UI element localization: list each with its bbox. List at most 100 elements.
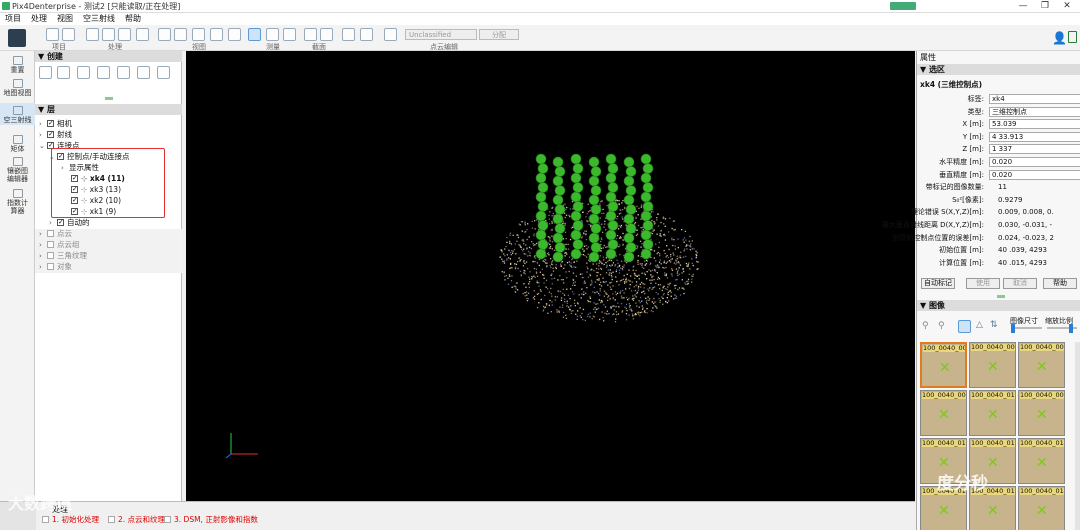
checkbox[interactable] — [47, 118, 54, 128]
layer-pointcloud-group[interactable]: › 点云组 — [39, 240, 80, 250]
image-size-handle[interactable] — [1011, 324, 1015, 333]
selection-header[interactable]: ▼ 选区 — [917, 64, 1080, 75]
image-thumbnail[interactable]: 100_0040_00 ✕ — [969, 342, 1016, 388]
checkbox[interactable] — [164, 516, 171, 523]
measure-line-icon[interactable] — [283, 28, 296, 41]
splitter-handle[interactable] — [105, 97, 113, 100]
checkbox[interactable] — [47, 129, 54, 139]
section-icon[interactable] — [304, 28, 317, 41]
checkbox[interactable] — [47, 252, 54, 259]
menu-help[interactable]: 帮助 — [120, 13, 146, 25]
zoom-handle[interactable] — [1069, 324, 1073, 333]
help-button[interactable]: 帮助 — [1043, 278, 1077, 289]
expand-icon[interactable]: › — [39, 229, 47, 239]
process-export-icon[interactable] — [136, 28, 149, 41]
image-thumbnail[interactable]: 100_0040_00 ✕ — [920, 390, 967, 436]
layer-rays[interactable]: › 射线 — [39, 129, 72, 140]
create-icon-4[interactable] — [97, 66, 110, 79]
image-thumbnail[interactable]: 100_0040_01 ✕ — [1018, 438, 1065, 484]
assign-button[interactable]: 分配 — [479, 29, 519, 40]
checkbox[interactable] — [47, 230, 54, 237]
expand-icon[interactable]: › — [39, 240, 47, 250]
maximize-button[interactable]: ❐ — [1034, 0, 1056, 13]
layer-objects[interactable]: › 对象 — [39, 262, 72, 272]
view-rays[interactable]: 空三射线 — [0, 103, 35, 125]
property-field[interactable]: 0.020 — [989, 157, 1080, 167]
process-start-icon[interactable] — [86, 28, 99, 41]
expand-icon[interactable]: › — [39, 119, 47, 129]
sort-desc-icon[interactable]: ⇅ — [990, 320, 998, 330]
collapse-icon[interactable]: ⌄ — [39, 141, 47, 151]
open-project-icon[interactable] — [62, 28, 75, 41]
zoom-out-icon[interactable] — [174, 28, 187, 41]
use-button[interactable]: 使用 — [966, 278, 1000, 289]
menu-view[interactable]: 视图 — [52, 13, 78, 25]
create-icon-1[interactable] — [39, 66, 52, 79]
measure-point-icon[interactable] — [266, 28, 279, 41]
fly-icon[interactable] — [228, 28, 241, 41]
close-button[interactable]: ✕ — [1056, 0, 1078, 13]
image-thumbnail[interactable]: 100_0040_00 ✕ — [920, 342, 967, 388]
step-2[interactable]: 2. 点云和纹理 — [108, 515, 165, 525]
layer-triangle-texture[interactable]: › 三角纹理 — [39, 251, 87, 261]
property-field[interactable]: xk4 — [989, 94, 1080, 104]
image-thumbnail[interactable]: 100_0040_01 ✕ — [1018, 486, 1065, 530]
image-thumbnail[interactable]: 100_0040_01 ✕ — [969, 390, 1016, 436]
color-swatch-icon[interactable] — [384, 28, 397, 41]
create-icon-2[interactable] — [57, 66, 70, 79]
checkbox[interactable] — [47, 263, 54, 270]
expand-icon[interactable]: › — [39, 130, 47, 140]
menu-process[interactable]: 处理 — [26, 13, 52, 25]
layer-pointcloud[interactable]: › 点云 — [39, 229, 72, 239]
layers-header[interactable]: ▼ 层 — [35, 104, 182, 115]
expand-icon[interactable]: › — [39, 251, 47, 261]
process-report-icon[interactable] — [118, 28, 131, 41]
view-volume[interactable]: 矩体 — [0, 135, 35, 153]
class-select[interactable]: Unclassified — [405, 29, 477, 40]
property-field[interactable]: 1 337 — [989, 144, 1080, 155]
property-field[interactable]: 53.039 — [989, 119, 1080, 130]
create-icon-5[interactable] — [117, 66, 130, 79]
expand-icon[interactable]: › — [49, 218, 57, 228]
device-icon[interactable] — [1068, 31, 1077, 43]
rotate-icon[interactable] — [210, 28, 223, 41]
image-thumbnail[interactable]: 100_0040_00 ✕ — [1018, 390, 1065, 436]
image-size-slider[interactable] — [1012, 327, 1042, 329]
fit-view-icon[interactable] — [192, 28, 205, 41]
property-field[interactable]: 三维控制点 — [989, 106, 1080, 117]
zoom-in-icon[interactable] — [158, 28, 171, 41]
minimize-button[interactable]: — — [1012, 0, 1034, 13]
new-project-icon[interactable] — [46, 28, 59, 41]
menu-rays[interactable]: 空三射线 — [78, 13, 120, 25]
section-3d-icon[interactable] — [320, 28, 333, 41]
user-icon[interactable]: 👤 — [1052, 31, 1067, 45]
view-map[interactable]: 地图视图 — [0, 79, 35, 97]
add-class-icon[interactable] — [360, 28, 373, 41]
step-3[interactable]: 3. DSM, 正射影像和指数 — [164, 515, 258, 525]
unlink-icon[interactable]: ⚲ — [938, 321, 945, 331]
splitter-handle[interactable] — [997, 295, 1005, 298]
checkbox[interactable] — [42, 516, 49, 523]
cancel-button[interactable]: 取消 — [1003, 278, 1037, 289]
create-icon-3[interactable] — [77, 66, 90, 79]
checkbox[interactable] — [47, 241, 54, 248]
property-field[interactable]: 0.020 — [989, 169, 1080, 180]
step-1[interactable]: 1. 初始化处理 — [42, 515, 99, 525]
image-thumbnail[interactable]: 100_0040_00 ✕ — [1018, 342, 1065, 388]
auto-mark-button[interactable]: 自动标记 — [921, 278, 955, 289]
create-icon-6[interactable] — [137, 66, 150, 79]
layer-cameras[interactable]: › 相机 — [39, 118, 72, 129]
property-field[interactable]: 4 33.913 — [989, 131, 1080, 142]
image-scrollbar[interactable] — [1075, 342, 1080, 530]
sort-icon[interactable]: △ — [976, 320, 983, 330]
view-mosaic-editor[interactable]: 镶嵌图编辑器 — [0, 157, 35, 183]
image-list-icon[interactable] — [958, 320, 971, 333]
images-header[interactable]: ▼ 图像 — [917, 300, 1080, 311]
create-icon-7[interactable] — [157, 66, 170, 79]
checkbox[interactable] — [108, 516, 115, 523]
process-options-icon[interactable] — [102, 28, 115, 41]
create-header[interactable]: ▼ 创建 — [35, 51, 182, 62]
checkbox[interactable] — [57, 217, 64, 227]
layer-auto[interactable]: › 自动的 — [49, 217, 90, 228]
view-index-calculator[interactable]: 指数计算器 — [0, 189, 35, 215]
